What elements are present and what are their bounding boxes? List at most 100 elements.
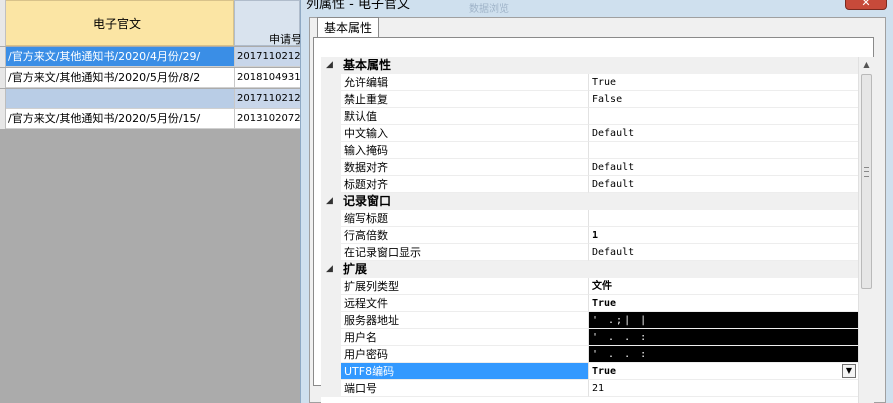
property-name[interactable]: 数据对齐 (341, 159, 589, 176)
data-grid: 电子官文 申请号 /官方来文/其他通知书/2020/4月份/29/2017110… (0, 0, 302, 403)
property-value[interactable] (589, 108, 858, 125)
property-name[interactable]: 输入掩码 (341, 142, 589, 159)
property-row[interactable]: 扩展列类型 文件 (321, 278, 858, 295)
property-row[interactable]: 服务器地址 ' .;| | (321, 312, 858, 329)
cell-application-number[interactable]: 201310207206 (234, 109, 300, 129)
scroll-up-icon[interactable]: ▲ (859, 57, 874, 73)
property-name[interactable]: 中文输入 (341, 125, 589, 142)
property-name[interactable]: 允许编辑 (341, 74, 589, 91)
property-value[interactable] (589, 210, 858, 227)
column-properties-dialog: 列属性 - 电子官文 数据浏览 ✕ 基本属性 ◢ 基本属性 允许编辑 True 禁止重复… (300, 0, 893, 403)
cell-application-number[interactable]: 201711021262 (234, 89, 300, 109)
property-value[interactable]: Default (589, 125, 858, 142)
table-row[interactable]: /官方来文/其他通知书/2020/4月份/29/201711021262 (0, 47, 300, 67)
column-header-label: 申请号 (269, 33, 302, 46)
property-name[interactable]: 用户名 (341, 329, 589, 346)
property-value[interactable]: 21 (589, 380, 858, 397)
table-row[interactable]: /官方来文/其他通知书/2020/5月份/15/201310207206 (0, 109, 300, 129)
close-button[interactable]: ✕ (845, 0, 887, 10)
category-label: 扩展 (343, 262, 368, 276)
property-row[interactable]: 行高倍数 1 (321, 227, 858, 244)
property-name[interactable]: 标题对齐 (341, 176, 589, 193)
property-name[interactable]: 服务器地址 (341, 312, 589, 329)
property-gutter (321, 74, 341, 91)
collapse-triangle-icon[interactable]: ◢ (326, 261, 333, 278)
property-category[interactable]: ◢ 基本属性 (321, 57, 858, 74)
property-gutter (321, 142, 341, 159)
property-value[interactable]: ' .;| | (589, 312, 858, 329)
property-value[interactable]: True (589, 363, 858, 380)
property-gutter (321, 227, 341, 244)
property-gutter (321, 295, 341, 312)
property-gutter (321, 244, 341, 261)
close-icon: ✕ (861, 0, 871, 9)
property-row[interactable]: 允许编辑 True (321, 74, 858, 91)
property-name[interactable]: 行高倍数 (341, 227, 589, 244)
grip-icon (864, 167, 869, 177)
property-row[interactable]: 数据对齐 Default (321, 159, 858, 176)
property-gutter (321, 108, 341, 125)
property-gutter (321, 363, 341, 380)
property-name[interactable]: 用户密码 (341, 346, 589, 363)
property-row[interactable]: 默认值 (321, 108, 858, 125)
property-row[interactable]: 输入掩码 (321, 142, 858, 159)
property-gutter (321, 210, 341, 227)
collapse-triangle-icon[interactable]: ◢ (326, 193, 333, 210)
row-header-corner (0, 0, 6, 46)
cell-application-number[interactable]: 201711021262 (234, 47, 300, 67)
property-category[interactable]: ◢ 记录窗口 (321, 193, 858, 210)
property-value[interactable]: Default (589, 176, 858, 193)
property-value[interactable] (589, 142, 858, 159)
scrollbar-thumb[interactable] (861, 74, 872, 289)
table-row[interactable]: 201711021262 (0, 89, 300, 109)
property-value[interactable]: ' . . : (589, 329, 858, 346)
property-name[interactable]: UTF8编码 (341, 363, 589, 380)
property-row[interactable]: UTF8编码 True ▼ (321, 363, 858, 380)
collapse-triangle-icon[interactable]: ◢ (326, 57, 333, 74)
property-gutter (321, 159, 341, 176)
property-row[interactable]: 远程文件 True (321, 295, 858, 312)
cell-electronic-document[interactable] (6, 89, 234, 109)
property-gutter (321, 329, 341, 346)
chevron-down-icon[interactable]: ▼ (842, 364, 856, 378)
title-bar[interactable]: 列属性 - 电子官文 数据浏览 (301, 0, 893, 15)
property-row[interactable]: 中文输入 Default (321, 125, 858, 142)
property-gutter (321, 125, 341, 142)
property-value[interactable]: 文件 (589, 278, 858, 295)
property-gutter (321, 380, 341, 397)
background-window-title: 数据浏览 (469, 4, 509, 15)
property-row[interactable]: 缩写标题 (321, 210, 858, 227)
property-value[interactable]: Default (589, 244, 858, 261)
cell-electronic-document[interactable]: /官方来文/其他通知书/2020/5月份/15/ (6, 109, 234, 129)
dialog-title: 列属性 - 电子官文 (306, 0, 410, 12)
property-row[interactable]: 标题对齐 Default (321, 176, 858, 193)
property-row[interactable]: 用户密码 ' . . : (321, 346, 858, 363)
vertical-scrollbar[interactable]: ▲ (858, 57, 874, 403)
column-header-electronic-document[interactable]: 电子官文 (0, 0, 234, 46)
property-name[interactable]: 禁止重复 (341, 91, 589, 108)
property-row[interactable]: 用户名 ' . . : (321, 329, 858, 346)
property-name[interactable]: 在记录窗口显示 (341, 244, 589, 261)
property-name[interactable]: 默认值 (341, 108, 589, 125)
column-header-application-number[interactable]: 申请号 (234, 0, 302, 46)
property-value[interactable]: 1 (589, 227, 858, 244)
cell-electronic-document[interactable]: /官方来文/其他通知书/2020/5月份/8/2 (6, 68, 234, 88)
property-name[interactable]: 缩写标题 (341, 210, 589, 227)
property-value[interactable]: False (589, 91, 858, 108)
property-value[interactable]: True (589, 74, 858, 91)
property-row[interactable]: 端口号 21 (321, 380, 858, 397)
property-category[interactable]: ◢ 扩展 (321, 261, 858, 278)
property-gutter (321, 346, 341, 363)
property-row[interactable]: 禁止重复 False (321, 91, 858, 108)
property-value[interactable]: True (589, 295, 858, 312)
property-name[interactable]: 远程文件 (341, 295, 589, 312)
property-row[interactable]: 在记录窗口显示 Default (321, 244, 858, 261)
table-row[interactable]: /官方来文/其他通知书/2020/5月份/8/2201810493106 (0, 68, 300, 88)
property-value[interactable]: ' . . : (589, 346, 858, 363)
property-name[interactable]: 端口号 (341, 380, 589, 397)
property-value[interactable]: Default (589, 159, 858, 176)
cell-electronic-document[interactable]: /官方来文/其他通知书/2020/4月份/29/ (6, 47, 234, 67)
property-name[interactable]: 扩展列类型 (341, 278, 589, 295)
tab-basic-properties[interactable]: 基本属性 (317, 17, 380, 37)
cell-application-number[interactable]: 201810493106 (234, 68, 300, 88)
